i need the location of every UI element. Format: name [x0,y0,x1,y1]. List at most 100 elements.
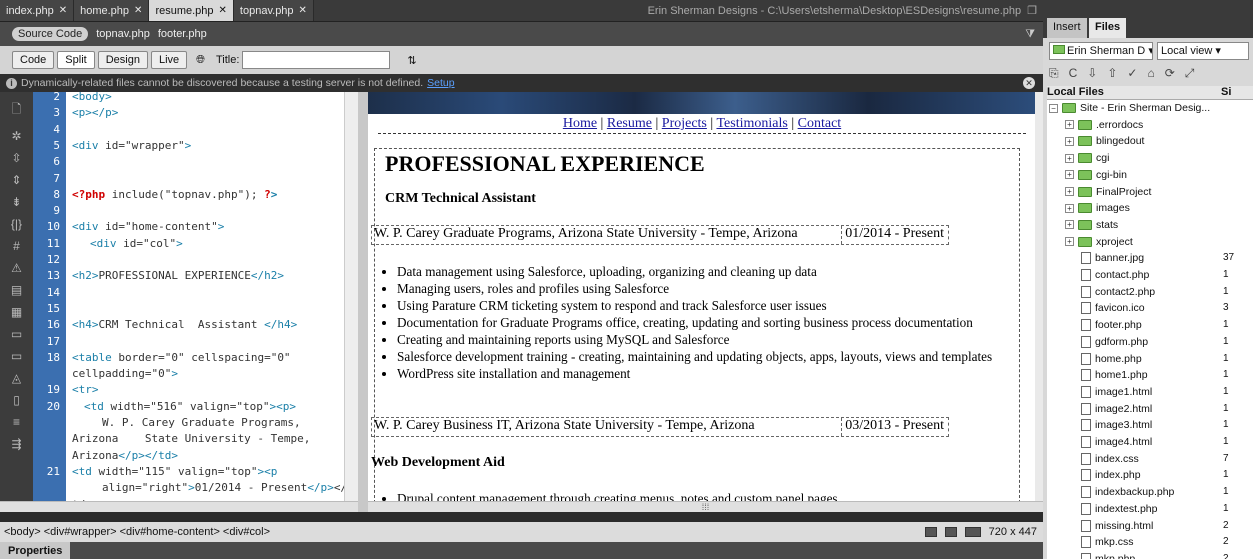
recent-snippets-icon[interactable]: ▯ [13,393,20,407]
tablet-size-icon[interactable] [944,527,957,537]
check-out-icon[interactable]: ✓ [1127,66,1137,80]
tree-file[interactable]: home.php [1081,351,1142,367]
put-files-icon[interactable]: ⇧ [1107,66,1117,80]
code-line[interactable]: <div id="col"> [90,237,183,250]
expand-icon[interactable]: + [1065,136,1074,146]
nav-projects-link[interactable]: Projects [662,116,707,131]
setup-link[interactable]: Setup [427,77,454,89]
design-view-button[interactable]: Design [97,51,148,69]
close-icon[interactable]: ✕ [219,5,227,16]
synchronize-icon[interactable]: ⟳ [1165,66,1175,80]
tree-file[interactable]: contact2.php [1081,284,1155,300]
expand-icon[interactable]: + [1065,220,1074,230]
code-line[interactable]: W. P. Carey Graduate Programs, [102,416,301,429]
get-files-icon[interactable]: ⇩ [1087,66,1097,80]
tag-selector[interactable]: <body> <div#wrapper> <div#home-content> … [4,526,270,538]
tree-folder[interactable]: + blingedout [1065,133,1144,149]
expand-icon[interactable]: − [1049,103,1058,113]
tab-files[interactable]: Files [1089,18,1127,38]
expand-icon[interactable]: + [1065,120,1074,130]
view-dropdown[interactable]: Local view ▾ [1157,42,1249,60]
expand-all-icon[interactable]: ⇕ [11,173,21,187]
close-icon[interactable]: ✕ [1023,77,1035,89]
related-file-topnav[interactable]: topnav.php [96,28,150,40]
tree-file[interactable]: missing.html [1081,518,1153,534]
file-management-icon[interactable]: ⇅ [407,54,416,67]
globe-icon[interactable]: 🌐︎ [196,54,205,67]
collapse-selection-icon[interactable]: ⇳ [11,151,21,165]
tree-file[interactable]: footer.php [1081,317,1142,333]
expand-icon[interactable]: ⤢ [1185,66,1195,81]
expand-icon[interactable]: + [1065,237,1074,247]
window-size[interactable]: 720 x 447 [989,526,1037,538]
properties-tab[interactable]: Properties [0,542,71,559]
site-dropdown[interactable]: Erin Sherman D ▾ [1049,42,1153,60]
nav-testimonials-link[interactable]: Testimonials [716,116,787,131]
nav-contact-link[interactable]: Contact [798,116,842,131]
tree-file[interactable]: image3.html [1081,417,1152,433]
tree-folder[interactable]: + stats [1065,217,1118,233]
refresh-icon[interactable]: C [1069,66,1078,80]
tree-folder[interactable]: + xproject [1065,234,1133,250]
tree-file[interactable]: indextest.php [1081,501,1157,517]
collapse-tag-icon[interactable]: ✲ [11,129,21,143]
close-icon[interactable]: ✕ [59,5,67,16]
tab-resume-php[interactable]: resume.php ✕ [149,0,234,21]
code-line[interactable]: <div id="wrapper"> [72,139,191,152]
tree-file[interactable]: image4.html [1081,434,1152,450]
nav-resume-link[interactable]: Resume [607,116,652,131]
highlight-code-icon[interactable]: ⚠ [11,261,22,275]
check-in-icon[interactable]: ⌂ [1147,66,1154,80]
tree-file[interactable]: index.css [1081,451,1139,467]
code-line[interactable]: <tr> [72,383,99,396]
code-line[interactable]: align="right">01/2014 - Present</p></ [102,481,344,494]
tree-file[interactable]: gdform.php [1081,334,1148,350]
remove-comment-icon[interactable]: ▭ [11,349,22,363]
tree-file[interactable]: mkp.php [1081,551,1135,559]
line-numbers-icon[interactable]: # [13,239,20,253]
tree-file[interactable]: banner.jpg [1081,250,1144,266]
wrap-tag-icon[interactable]: ◬ [12,371,21,385]
desktop-size-icon[interactable] [964,527,981,537]
code-line[interactable]: Arizona State University - Tempe, [72,432,310,445]
restore-icon[interactable]: ❐ [1027,4,1037,17]
tree-file[interactable]: index.php [1081,467,1141,483]
code-line[interactable]: cellpadding="0"> [72,367,178,380]
code-line[interactable]: <div id="home-content"> [72,220,224,233]
tree-file[interactable]: mkp.css [1081,534,1134,550]
tree-file[interactable]: favicon.ico [1081,300,1145,316]
indent-icon[interactable]: ⇶ [11,437,21,451]
tree-file[interactable]: image2.html [1081,401,1152,417]
code-line[interactable]: <body> [72,92,112,103]
related-file-footer[interactable]: footer.php [158,28,207,40]
filter-icon[interactable]: ⧩ [1025,28,1035,41]
code-horizontal-scrollbar[interactable] [0,501,358,512]
code-line[interactable]: Arizona</p></td> [72,449,178,462]
split-view-button[interactable]: Split [57,51,95,69]
tree-folder[interactable]: + images [1065,200,1130,216]
tab-home-php[interactable]: home.php ✕ [74,0,150,21]
design-view[interactable]: Home | Resume | Projects | Testimonials … [368,92,1035,501]
move-css-icon[interactable]: ≡ [13,415,20,429]
tab-index-php[interactable]: index.php ✕ [0,0,75,21]
code-line[interactable]: <p></p> [72,106,118,119]
expand-icon[interactable]: + [1065,203,1074,213]
tab-insert[interactable]: Insert [1047,18,1087,38]
tree-file[interactable]: indexbackup.php [1081,484,1174,500]
tree-file[interactable]: home1.php [1081,367,1148,383]
code-line[interactable]: <h2>PROFESSIONAL EXPERIENCE</h2> [72,269,284,282]
balance-braces-icon[interactable]: {|} [11,217,22,231]
live-view-button[interactable]: Live [150,51,188,69]
code-vertical-scrollbar[interactable] [344,92,358,501]
title-input[interactable] [242,51,391,69]
tree-folder[interactable]: + cgi [1065,150,1109,166]
tree-folder[interactable]: + cgi-bin [1065,167,1127,183]
select-parent-tag-icon[interactable]: ⇟ [11,195,21,209]
code-line[interactable]: <?php include("topnav.php"); ?> [72,188,277,201]
expand-icon[interactable]: + [1065,187,1074,196]
mobile-size-icon[interactable] [924,527,937,537]
tree-file[interactable]: contact.php [1081,267,1149,283]
apply-comment-icon[interactable]: ▭ [11,327,22,341]
split-divider[interactable] [358,92,368,512]
expand-icon[interactable]: + [1065,153,1074,163]
